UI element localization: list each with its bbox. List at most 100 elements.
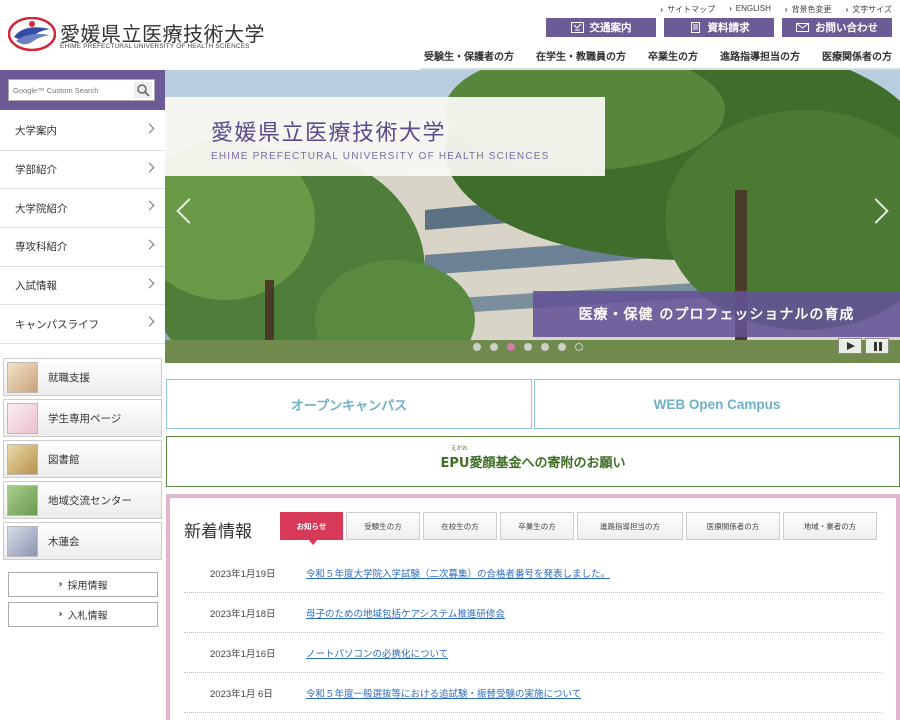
list-item: 2023年1月19日 令和５年度大学院入学試験（二次募集）の合格者番号を発表しま… bbox=[184, 553, 882, 593]
tab-alumni[interactable]: 卒業生の方 bbox=[500, 512, 574, 540]
util-link-sitemap[interactable]: サイトマップ bbox=[660, 4, 715, 15]
news-link[interactable]: 令和５年度一般選抜等における追試験・振替受験の実施について bbox=[306, 686, 581, 700]
community-center-thumbnail bbox=[7, 484, 38, 516]
gnav-alumni[interactable]: 卒業生の方 bbox=[648, 48, 698, 63]
gnav-medical-professionals[interactable]: 医療関係者の方 bbox=[822, 48, 892, 63]
web-open-campus-button[interactable]: WEB Open Campus bbox=[534, 379, 900, 429]
search-input[interactable] bbox=[9, 80, 131, 100]
chevron-right-icon bbox=[144, 200, 155, 211]
hero-title-japanese: 愛媛県立医療技術大学 bbox=[211, 121, 447, 146]
slider-dot-7[interactable] bbox=[575, 343, 583, 351]
banner-label: 図書館 bbox=[48, 453, 80, 466]
mail-icon bbox=[796, 23, 809, 32]
banner-community-center[interactable]: 地域交流センター bbox=[3, 481, 162, 519]
slider-play-icon[interactable] bbox=[838, 338, 862, 354]
sidebar-item-label: 専攻科紹介 bbox=[15, 241, 68, 254]
site-logo-english: EHIME PREFECTURAL UNIVERSITY OF HEALTH S… bbox=[60, 43, 250, 50]
sidebar-item-campus-life[interactable]: キャンパスライフ bbox=[0, 305, 165, 345]
search-button[interactable] bbox=[134, 82, 152, 98]
news-list: 2023年1月19日 令和５年度大学院入学試験（二次募集）の合格者番号を発表しま… bbox=[184, 553, 882, 713]
tab-medical-professionals[interactable]: 医療関係者の方 bbox=[686, 512, 780, 540]
global-nav: 受験生・保護者の方 在学生・教職員の方 卒業生の方 進路指導担当の方 医療関係者… bbox=[402, 48, 892, 63]
util-link-font-size[interactable]: 文字サイズ bbox=[846, 4, 892, 15]
sidebar-item-label: キャンパスライフ bbox=[15, 318, 99, 331]
news-date: 2023年1月18日 bbox=[210, 608, 276, 620]
search-area bbox=[0, 70, 165, 110]
utility-buttons: 交通案内 資料請求 お問い合わせ bbox=[546, 18, 892, 37]
news-title: 新着情報 bbox=[184, 522, 252, 542]
slider-dot-1[interactable] bbox=[473, 343, 481, 351]
slider-dot-4[interactable] bbox=[524, 343, 532, 351]
hero-title-english: EHIME PREFECTURAL UNIVERSITY OF HEALTH S… bbox=[211, 151, 550, 162]
news-date: 2023年1月16日 bbox=[210, 648, 276, 660]
sidebar-item-label: 大学案内 bbox=[15, 125, 57, 138]
list-item: 2023年1月18日 母子のための地域包括ケアシステム推進研修会 bbox=[184, 593, 882, 633]
document-icon bbox=[690, 22, 700, 33]
hero-caption: 医療・保健 のプロフェッショナルの育成 bbox=[533, 291, 900, 337]
utility-links: サイトマップ ENGLISH 背景色変更 文字サイズ bbox=[660, 4, 892, 15]
gnav-students-staff[interactable]: 在学生・教職員の方 bbox=[536, 48, 626, 63]
tab-career-advisors[interactable]: 進路指導担当の方 bbox=[577, 512, 683, 540]
contact-button-label: お問い合わせ bbox=[815, 22, 878, 34]
banner-student-page[interactable]: 学生専用ページ bbox=[3, 399, 162, 437]
tab-current-students[interactable]: 在校生の方 bbox=[423, 512, 497, 540]
brochure-request-button[interactable]: 資料請求 bbox=[664, 18, 774, 37]
news-date: 2023年1月19日 bbox=[210, 568, 276, 580]
sidebar-menu: 大学案内 学部紹介 大学院紹介 専攻科紹介 入試情報 キャンパスライフ bbox=[0, 112, 165, 345]
mokurenkai-thumbnail bbox=[7, 525, 38, 557]
banner-career-support[interactable]: 就職支援 bbox=[3, 358, 162, 396]
news-section: 新着情報 お知らせ 受験生の方 在校生の方 卒業生の方 進路指導担当の方 医療関… bbox=[166, 494, 900, 720]
map-icon bbox=[570, 22, 584, 33]
sidebar-item-label: 学部紹介 bbox=[15, 164, 57, 177]
access-button[interactable]: 交通案内 bbox=[546, 18, 656, 37]
slider-dot-3[interactable] bbox=[507, 343, 515, 351]
contact-button[interactable]: お問い合わせ bbox=[782, 18, 892, 37]
chevron-right-icon bbox=[144, 316, 155, 327]
banner-library[interactable]: 図書館 bbox=[3, 440, 162, 478]
chevron-right-icon bbox=[144, 239, 155, 250]
util-link-bg-color[interactable]: 背景色変更 bbox=[785, 4, 832, 15]
news-link[interactable]: 令和５年度大学院入学試験（二次募集）の合格者番号を発表しました。 bbox=[306, 566, 610, 580]
chevron-right-icon bbox=[144, 278, 155, 289]
banner-label: 学生専用ページ bbox=[48, 412, 122, 425]
sidebar: 大学案内 学部紹介 大学院紹介 専攻科紹介 入試情報 キャンパスライフ 就職支援… bbox=[0, 70, 165, 720]
bidding-button[interactable]: 入札情報 bbox=[8, 602, 158, 627]
chevron-right-icon bbox=[144, 162, 155, 173]
gnav-career-advisors[interactable]: 進路指導担当の方 bbox=[720, 48, 800, 63]
hero-title-box: 愛媛県立医療技術大学 EHIME PREFECTURAL UNIVERSITY … bbox=[165, 97, 605, 176]
tab-local-businesses[interactable]: 地域・業者の方 bbox=[783, 512, 877, 540]
news-tabs: お知らせ 受験生の方 在校生の方 卒業生の方 進路指導担当の方 医療関係者の方 … bbox=[280, 512, 880, 545]
banner-mokurenkai[interactable]: 木蓮会 bbox=[3, 522, 162, 560]
brochure-request-label: 資料請求 bbox=[707, 22, 750, 34]
tab-applicants[interactable]: 受験生の方 bbox=[346, 512, 420, 540]
gnav-applicants[interactable]: 受験生・保護者の方 bbox=[424, 48, 514, 63]
search-field-wrapper bbox=[8, 79, 155, 101]
sidebar-item-graduate-school[interactable]: 大学院紹介 bbox=[0, 189, 165, 229]
slider-pause-icon[interactable] bbox=[865, 338, 889, 354]
open-campus-button[interactable]: オープンキャンパス bbox=[166, 379, 532, 429]
util-link-english[interactable]: ENGLISH bbox=[729, 4, 771, 15]
sidebar-item-admissions[interactable]: 入試情報 bbox=[0, 267, 165, 306]
career-support-thumbnail bbox=[7, 361, 38, 393]
news-link[interactable]: 母子のための地域包括ケアシステム推進研修会 bbox=[306, 606, 505, 620]
sidebar-banners: 就職支援 学生専用ページ 図書館 地域交流センター 木蓮会 bbox=[3, 358, 162, 563]
egao-fund-donation-button[interactable]: EPU愛顔基金への寄附のお願い bbox=[166, 436, 900, 487]
slider-dot-5[interactable] bbox=[541, 343, 549, 351]
slider-dot-6[interactable] bbox=[558, 343, 566, 351]
tab-notices[interactable]: お知らせ bbox=[280, 512, 343, 545]
banner-label: 地域交流センター bbox=[48, 494, 132, 507]
sidebar-item-faculty[interactable]: 学部紹介 bbox=[0, 151, 165, 190]
sidebar-item-advanced-course[interactable]: 専攻科紹介 bbox=[0, 228, 165, 267]
search-icon bbox=[137, 84, 150, 97]
access-button-label: 交通案内 bbox=[589, 22, 632, 34]
egao-fund-ruby: えがお bbox=[451, 446, 468, 452]
list-item: 2023年1月 6日 令和５年度一般選抜等における追試験・振替受験の実施について bbox=[184, 673, 882, 713]
sidebar-item-about[interactable]: 大学案内 bbox=[0, 112, 165, 151]
site-logo[interactable]: 愛媛県立医療技術大学 EHIME PREFECTURAL UNIVERSITY … bbox=[8, 14, 265, 54]
sidebar-item-label: 大学院紹介 bbox=[15, 202, 68, 215]
slider-dot-2[interactable] bbox=[490, 343, 498, 351]
university-emblem-icon bbox=[8, 17, 56, 51]
news-link[interactable]: ノートパソコンの必携化について bbox=[306, 646, 448, 660]
recruitment-button[interactable]: 採用情報 bbox=[8, 572, 158, 597]
chevron-right-icon bbox=[144, 123, 155, 134]
